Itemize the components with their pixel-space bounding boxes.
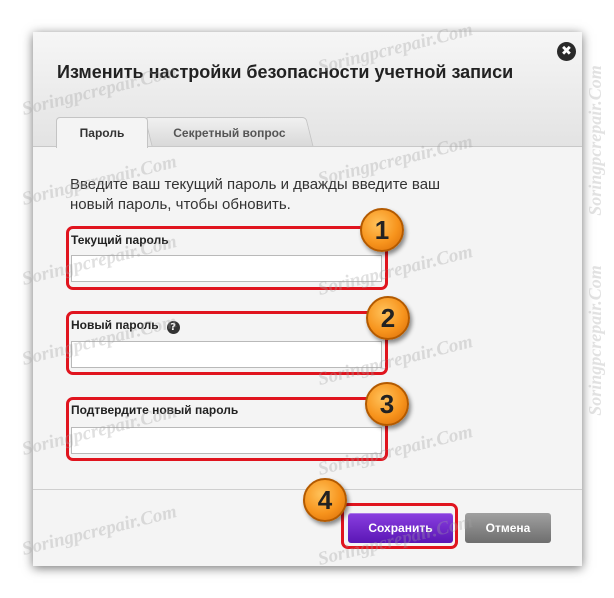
highlight-confirm-password: [66, 397, 388, 461]
tab-secret-question[interactable]: Секретный вопрос: [144, 117, 314, 147]
highlight-save-button: [341, 503, 458, 549]
tab-secret-question-label: Секретный вопрос: [173, 126, 286, 140]
instructions-text: Введите ваш текущий пароль и дважды введ…: [70, 176, 441, 213]
close-icon[interactable]: ✖: [557, 42, 576, 61]
tab-password[interactable]: Пароль: [56, 117, 148, 148]
step-badge-2: 2: [366, 296, 410, 340]
watermark: Soringpcrepair.Com: [584, 265, 605, 416]
highlight-new-password: [66, 311, 388, 375]
step-badge-4: 4: [303, 478, 347, 522]
highlight-current-password: [66, 226, 388, 290]
watermark: Soringpcrepair.Com: [584, 65, 605, 216]
dialog-title: Изменить настройки безопасности учетной …: [57, 62, 514, 82]
step-badge-1: 1: [360, 208, 404, 252]
cancel-button[interactable]: Отмена: [465, 513, 551, 543]
step-badge-3: 3: [365, 382, 409, 426]
